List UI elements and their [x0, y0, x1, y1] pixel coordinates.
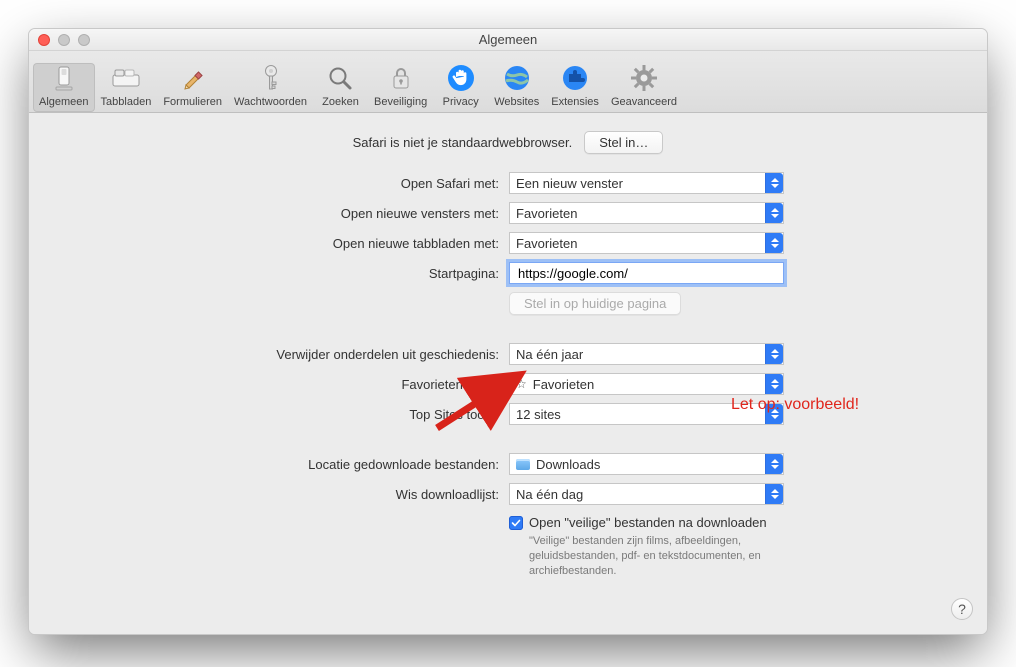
hand-icon — [446, 63, 476, 93]
tab-tabs[interactable]: Tabbladen — [95, 63, 158, 112]
tab-general[interactable]: Algemeen — [33, 63, 95, 112]
chevron-updown-icon — [765, 233, 783, 253]
tab-extensions[interactable]: Extensies — [545, 63, 605, 112]
tab-label: Beveiliging — [374, 96, 427, 108]
homepage-input[interactable] — [516, 265, 777, 282]
tab-label: Privacy — [443, 96, 479, 108]
chevron-updown-icon — [765, 374, 783, 394]
zoom-icon[interactable] — [78, 34, 90, 46]
tab-privacy[interactable]: Privacy — [433, 63, 488, 112]
tab-autofill[interactable]: Formulieren — [157, 63, 228, 112]
gear-icon — [629, 63, 659, 93]
puzzle-icon — [560, 63, 590, 93]
tab-label: Geavanceerd — [611, 96, 677, 108]
new-tabs-label: Open nieuwe tabbladen met: — [29, 232, 509, 254]
star-icon: ☆ — [516, 377, 527, 391]
tabs-icon — [111, 63, 141, 93]
prefs-toolbar: Algemeen Tabbladen Formulieren — [29, 51, 987, 113]
tab-label: Algemeen — [39, 96, 89, 108]
globe-icon — [502, 63, 532, 93]
chevron-updown-icon — [765, 173, 783, 193]
select-value: Na één jaar — [516, 347, 583, 362]
tab-label: Extensies — [551, 96, 599, 108]
open-safe-files-checkbox[interactable] — [509, 516, 523, 530]
titlebar: Algemeen — [29, 29, 987, 51]
favorites-label: Favorieten toont: — [29, 373, 509, 395]
homepage-input-wrapper — [509, 262, 784, 284]
tab-label: Zoeken — [322, 96, 359, 108]
key-icon — [256, 63, 286, 93]
select-value: Favorieten — [516, 236, 577, 251]
switch-icon — [49, 63, 79, 93]
history-select[interactable]: Na één jaar — [509, 343, 784, 365]
magnifier-icon — [325, 63, 355, 93]
window-controls — [38, 34, 90, 46]
pencil-icon — [178, 63, 208, 93]
folder-icon — [516, 459, 530, 470]
open-safari-label: Open Safari met: — [29, 172, 509, 194]
select-value: Downloads — [536, 457, 600, 472]
preferences-window: Algemeen Algemeen Tabblade — [28, 28, 988, 635]
select-value: 12 sites — [516, 407, 561, 422]
history-label: Verwijder onderdelen uit geschiedenis: — [29, 343, 509, 365]
help-icon: ? — [958, 601, 966, 617]
tab-passwords[interactable]: Wachtwoorden — [228, 63, 313, 112]
tab-label: Websites — [494, 96, 539, 108]
tab-websites[interactable]: Websites — [488, 63, 545, 112]
select-value: Een nieuw venster — [516, 176, 623, 191]
minimize-icon[interactable] — [58, 34, 70, 46]
select-value: Favorieten — [516, 206, 577, 221]
topsites-label: Top Sites toont: — [29, 403, 509, 425]
clear-downloads-label: Wis downloadlijst: — [29, 483, 509, 505]
chevron-updown-icon — [765, 344, 783, 364]
open-safe-files-label: Open "veilige" bestanden na downloaden — [529, 515, 767, 530]
new-windows-select[interactable]: Favorieten — [509, 202, 784, 224]
tab-label: Formulieren — [163, 96, 222, 108]
new-windows-label: Open nieuwe vensters met: — [29, 202, 509, 224]
select-value: Favorieten — [533, 377, 594, 392]
clear-downloads-select[interactable]: Na één dag — [509, 483, 784, 505]
select-value: Na één dag — [516, 487, 583, 502]
help-button[interactable]: ? — [951, 598, 973, 620]
chevron-updown-icon — [765, 484, 783, 504]
close-icon[interactable] — [38, 34, 50, 46]
open-safari-select[interactable]: Een nieuw venster — [509, 172, 784, 194]
general-pane: Safari is niet je standaardwebbrowser. S… — [29, 113, 987, 634]
chevron-updown-icon — [765, 203, 783, 223]
tab-search[interactable]: Zoeken — [313, 63, 368, 112]
check-icon — [511, 518, 521, 528]
homepage-label: Startpagina: — [29, 262, 509, 284]
tab-advanced[interactable]: Geavanceerd — [605, 63, 683, 112]
window-title: Algemeen — [479, 32, 538, 47]
default-browser-message: Safari is niet je standaardwebbrowser. — [353, 135, 573, 150]
set-default-button[interactable]: Stel in… — [584, 131, 663, 154]
chevron-updown-icon — [765, 454, 783, 474]
open-safe-files-help: "Veilige" bestanden zijn films, afbeeldi… — [529, 534, 829, 579]
favorites-select[interactable]: ☆ Favorieten — [509, 373, 784, 395]
lock-icon — [386, 63, 416, 93]
download-location-select[interactable]: Downloads — [509, 453, 784, 475]
tab-security[interactable]: Beveiliging — [368, 63, 433, 112]
download-location-label: Locatie gedownloade bestanden: — [29, 453, 509, 475]
new-tabs-select[interactable]: Favorieten — [509, 232, 784, 254]
set-current-page-button[interactable]: Stel in op huidige pagina — [509, 292, 681, 315]
annotation-text: Let op: voorbeeld! — [731, 396, 859, 414]
tab-label: Wachtwoorden — [234, 96, 307, 108]
tab-label: Tabbladen — [101, 96, 152, 108]
